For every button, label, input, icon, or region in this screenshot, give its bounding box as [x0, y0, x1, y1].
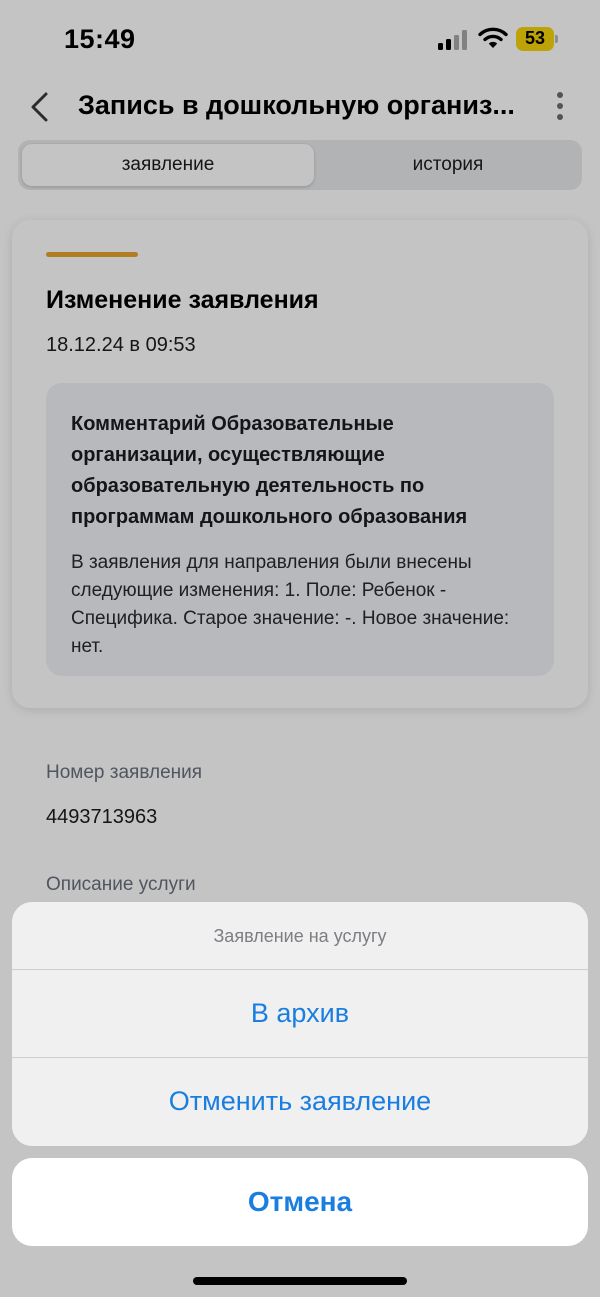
home-indicator[interactable]: [193, 1277, 407, 1285]
action-sheet: Заявление на услугу В архив Отменить зая…: [12, 902, 588, 1146]
action-sheet-title: Заявление на услугу: [213, 925, 387, 946]
cancel-application-button[interactable]: Отменить заявление: [12, 1058, 588, 1145]
cancel-button[interactable]: Отмена: [12, 1158, 588, 1246]
archive-button[interactable]: В архив: [12, 970, 588, 1057]
